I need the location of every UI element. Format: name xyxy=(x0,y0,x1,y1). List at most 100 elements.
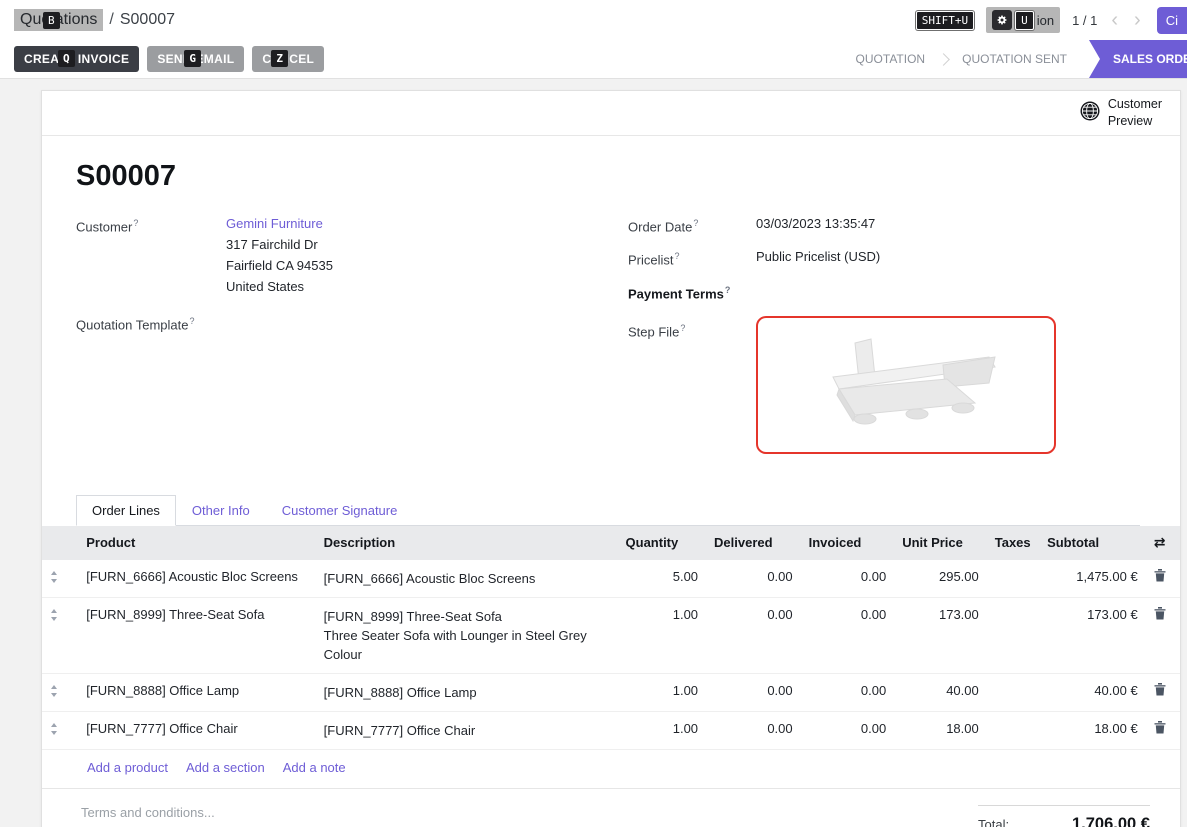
page-title: S00007 xyxy=(76,160,1140,193)
quotation-template-field[interactable]: Quotation Template? xyxy=(76,311,628,335)
help-icon: ? xyxy=(725,285,731,295)
add-note-link[interactable]: Add a note xyxy=(283,760,346,775)
drag-handle-icon[interactable] xyxy=(50,607,58,624)
total-value: 1,706.00 € xyxy=(1072,815,1150,827)
pager-count: 1 / 1 xyxy=(1072,13,1097,28)
product-cell[interactable]: [FURN_6666] Acoustic Bloc Screens xyxy=(78,560,315,598)
content-area: Customer Preview S00007 Customer? Gemini… xyxy=(0,79,1187,827)
delivered-cell[interactable]: 0.00 xyxy=(706,711,801,749)
kbd-shift-badge: SHIFT+U xyxy=(916,11,974,30)
add-product-link[interactable]: Add a product xyxy=(87,760,168,775)
description-cell[interactable]: [FURN_7777] Office Chair xyxy=(316,711,618,749)
form-sheet: S00007 Customer? Gemini Furniture 317 Fa… xyxy=(42,160,1180,526)
tab-order-lines[interactable]: Order Lines xyxy=(76,495,176,526)
customer-field-label: Customer? xyxy=(76,213,226,297)
description-cell[interactable]: [FURN_8999] Three-Seat Sofa Three Seater… xyxy=(316,597,618,673)
customer-preview-button[interactable]: Customer Preview xyxy=(1080,96,1162,130)
table-row[interactable]: [FURN_8999] Three-Seat Sofa [FURN_8999] … xyxy=(42,597,1180,673)
subtotal-cell: 1,475.00 € xyxy=(1039,560,1146,598)
unit-price-cell[interactable]: 40.00 xyxy=(894,673,987,711)
product-cell[interactable]: [FURN_8888] Office Lamp xyxy=(78,673,315,711)
breadcrumb-separator: / xyxy=(109,11,113,29)
status-step-quotation-sent[interactable]: QUOTATION SENT xyxy=(946,40,1083,78)
tab-customer-signature[interactable]: Customer Signature xyxy=(266,495,414,526)
product-cell[interactable]: [FURN_7777] Office Chair xyxy=(78,711,315,749)
topbar-right-cluster: SHIFT+U U ion 1 / 1 ‹ › Ci xyxy=(916,7,1187,34)
gear-icon xyxy=(992,10,1012,30)
order-date-value[interactable]: 03/03/2023 13:35:47 xyxy=(756,213,875,237)
column-header-subtotal[interactable]: Subtotal xyxy=(1039,526,1146,560)
corner-button[interactable]: Ci xyxy=(1157,7,1187,34)
optional-columns-icon[interactable]: ⇄ xyxy=(1154,535,1166,551)
quantity-cell[interactable]: 5.00 xyxy=(618,560,707,598)
help-icon: ? xyxy=(675,251,680,261)
taxes-cell[interactable] xyxy=(987,711,1039,749)
table-row[interactable]: [FURN_8888] Office Lamp [FURN_8888] Offi… xyxy=(42,673,1180,711)
invoiced-cell[interactable]: 0.00 xyxy=(801,673,895,711)
add-section-link[interactable]: Add a section xyxy=(186,760,265,775)
drag-handle-icon[interactable] xyxy=(50,569,58,586)
terms-placeholder[interactable]: Terms and conditions... xyxy=(81,805,215,827)
unit-price-cell[interactable]: 173.00 xyxy=(894,597,987,673)
invoiced-cell[interactable]: 0.00 xyxy=(801,560,895,598)
column-header-description[interactable]: Description xyxy=(316,526,618,560)
product-cell[interactable]: [FURN_8999] Three-Seat Sofa xyxy=(78,597,315,673)
taxes-cell[interactable] xyxy=(987,597,1039,673)
column-header-invoiced[interactable]: Invoiced xyxy=(801,526,895,560)
column-header-product[interactable]: Product xyxy=(78,526,315,560)
quantity-cell[interactable]: 1.00 xyxy=(618,711,707,749)
delete-row-icon[interactable] xyxy=(1154,607,1166,623)
column-header-delivered[interactable]: Delivered xyxy=(706,526,801,560)
step-file-preview[interactable] xyxy=(756,316,1056,454)
pager-next-icon[interactable]: › xyxy=(1132,10,1143,30)
pager-previous-icon[interactable]: ‹ xyxy=(1109,10,1120,30)
quotation-template-label: Quotation Template? xyxy=(76,311,226,335)
table-row[interactable]: [FURN_6666] Acoustic Bloc Screens [FURN_… xyxy=(42,560,1180,598)
status-bar: QUOTATION QUOTATION SENT SALES ORDER xyxy=(840,40,1187,78)
form-card: Customer Preview S00007 Customer? Gemini… xyxy=(41,90,1181,827)
send-email-button[interactable]: SEND EMAIL G xyxy=(147,46,244,72)
action-menu-button[interactable]: U ion xyxy=(986,7,1060,33)
unit-price-cell[interactable]: 18.00 xyxy=(894,711,987,749)
control-bar: CREATE INVOICE Q SEND EMAIL G CANCEL Z Q… xyxy=(0,40,1187,79)
delete-row-icon[interactable] xyxy=(1154,569,1166,585)
order-date-field: Order Date? 03/03/2023 13:35:47 xyxy=(628,213,1140,237)
notebook-tabs: Order Lines Other Info Customer Signatur… xyxy=(76,495,1140,526)
quantity-cell[interactable]: 1.00 xyxy=(618,673,707,711)
payment-terms-field[interactable]: Payment Terms? xyxy=(628,280,1140,304)
delivered-cell[interactable]: 0.00 xyxy=(706,673,801,711)
delete-row-icon[interactable] xyxy=(1154,683,1166,699)
unit-price-cell[interactable]: 295.00 xyxy=(894,560,987,598)
create-invoice-button[interactable]: CREATE INVOICE Q xyxy=(14,46,139,72)
column-header-taxes[interactable]: Taxes xyxy=(987,526,1039,560)
taxes-cell[interactable] xyxy=(987,560,1039,598)
optional-columns-header: ⇄ xyxy=(1146,526,1180,560)
help-icon: ? xyxy=(693,218,698,228)
delivered-cell[interactable]: 0.00 xyxy=(706,560,801,598)
description-cell[interactable]: [FURN_8888] Office Lamp xyxy=(316,673,618,711)
description-cell[interactable]: [FURN_6666] Acoustic Bloc Screens xyxy=(316,560,618,598)
drag-handle-icon[interactable] xyxy=(50,683,58,700)
kbd-create-invoice-badge: Q xyxy=(58,50,75,67)
delete-row-icon[interactable] xyxy=(1154,721,1166,737)
breadcrumb-quotations-link[interactable]: Quotations B xyxy=(14,9,103,31)
table-row[interactable]: [FURN_7777] Office Chair [FURN_7777] Off… xyxy=(42,711,1180,749)
column-header-quantity[interactable]: Quantity xyxy=(618,526,707,560)
drag-handle-icon[interactable] xyxy=(50,721,58,738)
cancel-button[interactable]: CANCEL Z xyxy=(252,46,324,72)
pricelist-value[interactable]: Public Pricelist (USD) xyxy=(756,246,880,270)
column-header-unit-price[interactable]: Unit Price xyxy=(894,526,987,560)
cancel-label: CANCEL xyxy=(262,52,314,66)
taxes-cell[interactable] xyxy=(987,673,1039,711)
kbd-action-badge: U xyxy=(1015,11,1034,30)
tab-other-info[interactable]: Other Info xyxy=(176,495,266,526)
delivered-cell[interactable]: 0.00 xyxy=(706,597,801,673)
status-step-sales-order[interactable]: SALES ORDER xyxy=(1089,40,1187,78)
invoiced-cell[interactable]: 0.00 xyxy=(801,597,895,673)
create-invoice-label: CREATE INVOICE xyxy=(24,52,129,66)
quantity-cell[interactable]: 1.00 xyxy=(618,597,707,673)
action-menu-label: ion xyxy=(1037,13,1054,28)
customer-link[interactable]: Gemini Furniture xyxy=(226,216,323,231)
invoiced-cell[interactable]: 0.00 xyxy=(801,711,895,749)
status-step-quotation[interactable]: QUOTATION xyxy=(840,40,942,78)
